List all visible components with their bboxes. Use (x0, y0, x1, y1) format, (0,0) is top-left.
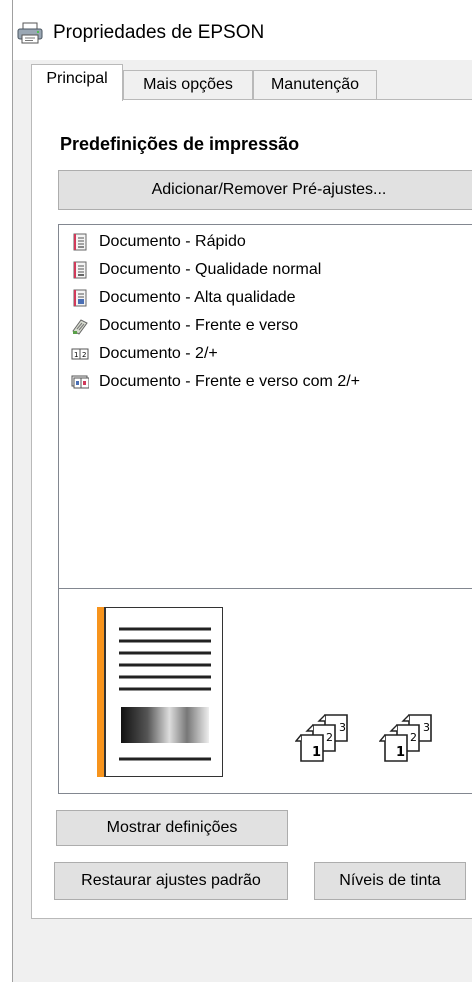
restore-defaults-button[interactable]: Restaurar ajustes padrão (54, 862, 288, 900)
printer-properties-window: Propriedades de EPSON Principal Mais opç… (12, 0, 472, 982)
document-high-quality-icon (71, 289, 89, 307)
preset-item-label: Documento - 2/+ (99, 345, 218, 362)
document-duplex-icon (71, 317, 89, 335)
preset-item-label: Documento - Frente e verso com 2/+ (99, 373, 360, 390)
printer-icon (17, 22, 43, 44)
preset-item-frente-e-verso[interactable]: Documento - Frente e verso (71, 315, 298, 337)
preset-item-2up[interactable]: 1 2 Documento - 2/+ (71, 343, 218, 365)
document-duplex-2up-icon (71, 373, 90, 391)
print-preview-area: 3 2 1 3 2 1 (58, 588, 472, 794)
tab-principal[interactable]: Principal (31, 64, 123, 101)
copy-number: 3 (339, 721, 346, 734)
copy-number: 1 (396, 745, 405, 760)
document-normal-icon (71, 261, 89, 279)
copy-number: 3 (423, 721, 430, 734)
preset-item-label: Documento - Frente e verso (99, 317, 299, 334)
preset-item-label: Documento - Alta qualidade (99, 289, 296, 306)
show-settings-button[interactable]: Mostrar definições (56, 810, 288, 846)
preset-item-label: Documento - Rápido (99, 233, 246, 250)
preset-item-qualidade-normal[interactable]: Documento - Qualidade normal (71, 259, 321, 281)
title-bar: Propriedades de EPSON (13, 0, 472, 60)
svg-text:1: 1 (74, 351, 78, 359)
copy-number: 2 (410, 731, 417, 744)
preset-item-alta-qualidade[interactable]: Documento - Alta qualidade (71, 287, 296, 309)
collated-copies-icon: 3 2 1 (294, 711, 355, 768)
preset-item-rapido[interactable]: Documento - Rápido (71, 231, 246, 253)
copy-number: 2 (326, 731, 333, 744)
preset-item-frente-e-verso-2up[interactable]: Documento - Frente e verso com 2/+ (71, 371, 360, 393)
copy-number: 1 (312, 745, 321, 760)
principal-tab-panel: Predefinições de impressão Adicionar/Rem… (31, 99, 472, 919)
ink-levels-button[interactable]: Níveis de tinta (314, 862, 466, 900)
section-title: Predefinições de impressão (60, 134, 300, 154)
preset-list[interactable]: Documento - Rápido Documento - Qualidade… (58, 224, 472, 588)
window-title: Propriedades de EPSON (53, 22, 265, 43)
add-remove-presets-button[interactable]: Adicionar/Remover Pré-ajustes... (58, 170, 472, 210)
tab-manutencao[interactable]: Manutenção (253, 70, 377, 100)
page-preview-icon (97, 606, 224, 782)
collated-copies-icon: 3 2 1 (378, 711, 439, 768)
svg-text:2: 2 (82, 351, 86, 359)
preset-item-label: Documento - Qualidade normal (99, 261, 322, 278)
tab-mais-opcoes[interactable]: Mais opções (123, 70, 253, 100)
document-2up-icon: 1 2 (71, 345, 89, 363)
document-fast-icon (71, 233, 89, 251)
